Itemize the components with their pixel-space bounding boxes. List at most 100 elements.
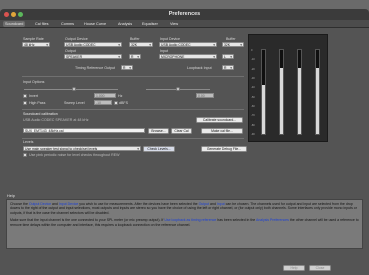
loopback-input-label: Loopback Input xyxy=(187,66,212,70)
sweep-unit-label: dBFS xyxy=(119,101,128,105)
tab-analysis[interactable]: Analysis xyxy=(116,21,134,27)
input-slider-knob[interactable] xyxy=(72,87,76,91)
help-highlight-input: Input xyxy=(216,202,225,206)
generate-debug-file-button[interactable]: Generate Debug File... xyxy=(201,146,247,152)
meter-scale-tick: -30 xyxy=(251,77,255,80)
meter-scale-tick: -40 xyxy=(251,86,255,90)
output-buffer-label: Buffer xyxy=(130,37,140,41)
tab-equaliser[interactable]: Equaliser xyxy=(140,21,160,27)
timing-reference-label: Timing Reference Output xyxy=(75,66,116,70)
sweep-level-label: Sweep Level xyxy=(64,101,85,105)
meter-2 xyxy=(279,49,284,135)
clear-cal-button[interactable]: Clear Cal xyxy=(171,128,192,134)
input-select[interactable]: MICROPHONE xyxy=(159,54,217,59)
meter-3-fill xyxy=(298,68,301,134)
input-device-label: Input Device xyxy=(160,37,180,41)
tab-soundcard[interactable]: Soundcard xyxy=(3,21,26,27)
input-channel-select[interactable]: L xyxy=(222,54,234,59)
tab-view[interactable]: View xyxy=(168,21,180,27)
meter-2-fill xyxy=(280,68,283,134)
calibration-file-field[interactable]: SUX_EMT143_48kHz.cal xyxy=(23,128,145,133)
pink-noise-checkbox[interactable] xyxy=(23,153,27,157)
help-paragraph-1: Choose the Output Device and Input Devic… xyxy=(10,202,359,215)
output-channel-select[interactable]: R xyxy=(129,54,141,59)
help-title: Help xyxy=(7,194,15,198)
levels-mode-select[interactable]: Use main speaker test signal to check/se… xyxy=(23,146,141,151)
output-slider-knob[interactable] xyxy=(176,87,180,91)
meter-scale-tick: -50 xyxy=(251,95,255,99)
sample-rate-label: Sample Rate xyxy=(23,37,44,41)
calibration-device-text: USB Audio CODEC SPEAKER at 48 kHz xyxy=(23,118,89,122)
check-levels-button[interactable]: Check Levels... xyxy=(143,146,175,152)
input-buffer-label: Buffer xyxy=(226,37,236,41)
help-highlight-input-device: Input Device xyxy=(58,202,79,206)
input-slider-track xyxy=(24,89,118,90)
sample-rate-select[interactable]: 48 kHz xyxy=(22,42,50,47)
help-highlight-output-device: Output Device xyxy=(28,202,52,206)
level-meters: 0 -10 -20 -30 -40 -50 -60 -70 -80 -90 xyxy=(248,34,328,142)
tab-house-curve[interactable]: House Curve xyxy=(82,21,108,27)
help-link-loopback[interactable]: Use loopback as timing reference xyxy=(164,218,216,222)
help-text: you wish to use for measurements. After … xyxy=(78,202,199,206)
help-button[interactable]: Help xyxy=(283,265,305,271)
meter-scale-tick: -80 xyxy=(251,123,255,127)
tab-bar: Soundcard Cal files Comms House Curve An… xyxy=(0,20,369,28)
loopback-input-select[interactable]: R xyxy=(222,65,234,70)
input-options-label: Input Options xyxy=(23,80,45,84)
calibrate-soundcard-button[interactable]: Calibrate soundcard... xyxy=(196,117,243,123)
help-text: Choose the xyxy=(10,202,29,206)
output-device-select[interactable]: USB Audio CODEC xyxy=(64,42,122,47)
title-bar: Preferences xyxy=(0,9,369,20)
tab-cal-files[interactable]: Cal files xyxy=(33,21,51,27)
help-text: Make sure that the input channel is the … xyxy=(10,218,165,223)
meter-scale-tick: -10 xyxy=(251,58,255,62)
meter-scale: 0 -10 -20 -30 -40 -50 -60 -70 -80 -90 xyxy=(251,49,259,136)
output-device-label: Output Device xyxy=(65,37,88,41)
meter-scale-tick: -70 xyxy=(251,114,255,118)
input-buffer-select[interactable]: 32K xyxy=(222,42,244,47)
meter-1-fill xyxy=(262,85,265,134)
help-text: has been selected in the xyxy=(216,218,256,223)
help-paragraph-2: Make sure that the input channel is the … xyxy=(10,218,359,227)
meter-scale-tick: -20 xyxy=(251,67,255,71)
highpass-label: High Pass xyxy=(29,101,46,105)
hp-value-field[interactable]: 1.000 xyxy=(94,93,116,98)
divider xyxy=(22,109,244,110)
meter-4-fill xyxy=(316,68,319,134)
close-button[interactable]: Close xyxy=(309,265,331,271)
sweep-level-field[interactable]: -10 xyxy=(94,100,112,105)
browse-button[interactable]: Browse... xyxy=(148,128,169,134)
make-cal-file-button[interactable]: Make cal file... xyxy=(201,128,243,134)
meter-scale-tick: -90 xyxy=(251,133,255,136)
soundcard-panel: Sample Rate Output Device Buffer Input D… xyxy=(0,28,369,275)
input-label: Input xyxy=(160,49,168,53)
pink-noise-label: Use pink periodic noise for level checks… xyxy=(29,153,120,157)
help-highlight-output: Output xyxy=(198,202,210,206)
meter-4 xyxy=(315,49,320,135)
invert-label: Invert xyxy=(29,94,38,98)
calibration-section-label: Soundcard calibration xyxy=(23,112,58,116)
right-value-field[interactable]: 0.00 xyxy=(196,93,214,98)
meter-1 xyxy=(261,49,266,135)
help-box: Choose the Output Device and Input Devic… xyxy=(6,199,363,249)
output-select[interactable]: SPEAKER xyxy=(64,54,122,59)
help-link-analysis-preferences[interactable]: Analysis Preferences xyxy=(256,218,289,222)
invert-checkbox[interactable] xyxy=(23,94,27,98)
input-device-select[interactable]: USB Audio CODEC xyxy=(159,42,217,47)
help-text: and xyxy=(51,202,59,206)
hp-unit-label: Hz xyxy=(118,94,123,98)
preferences-window: Preferences Soundcard Cal files Comms Ho… xyxy=(0,9,369,275)
meter-3 xyxy=(297,49,302,135)
help-text: and xyxy=(209,202,217,206)
divider xyxy=(22,138,244,139)
output-label: Output xyxy=(65,49,76,53)
meter-scale-tick: -60 xyxy=(251,105,255,108)
timing-reference-select[interactable]: R xyxy=(121,65,133,70)
divider xyxy=(22,76,244,77)
sweep-unit-checkbox[interactable] xyxy=(114,101,118,105)
meter-scale-tick: 0 xyxy=(251,49,253,52)
tab-comms[interactable]: Comms xyxy=(59,21,76,27)
levels-section-label: Levels xyxy=(23,140,34,144)
output-buffer-select[interactable]: 32K xyxy=(129,42,153,47)
highpass-checkbox[interactable] xyxy=(23,101,27,105)
